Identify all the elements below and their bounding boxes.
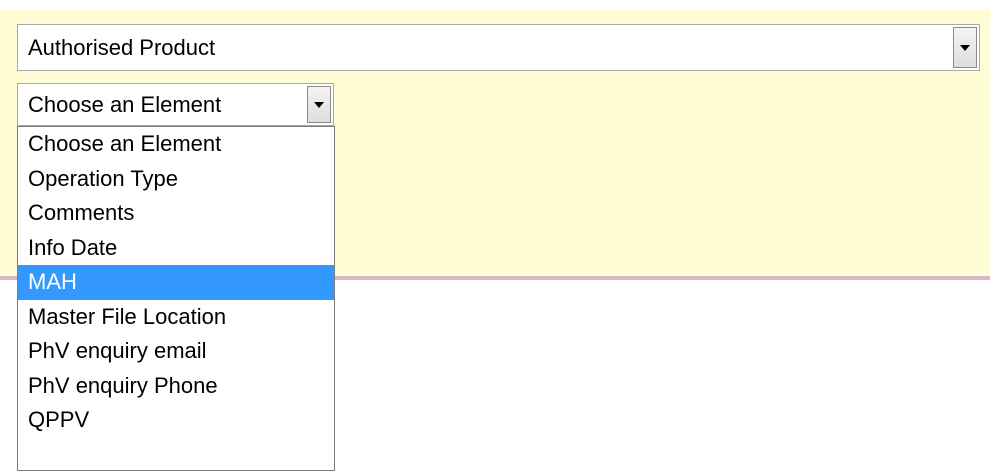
dropdown-option-highlighted[interactable]: MAH [18, 265, 334, 300]
chevron-down-icon [314, 101, 324, 108]
dropdown-option[interactable]: PhV enquiry email [18, 334, 334, 369]
element-select[interactable]: Choose an Element [17, 83, 334, 126]
dropdown-option[interactable]: Operation Type [18, 162, 334, 197]
dropdown-arrow-button[interactable] [953, 27, 977, 68]
dropdown-option[interactable]: Info Date [18, 231, 334, 266]
chevron-down-icon [960, 44, 970, 51]
dropdown-option[interactable]: Choose an Element [18, 127, 334, 162]
product-type-value: Authorised Product [28, 34, 216, 60]
dropdown-option[interactable]: Comments [18, 196, 334, 231]
element-select-value: Choose an Element [28, 91, 222, 117]
dropdown-option[interactable]: QPPV [18, 403, 334, 438]
dropdown-arrow-button[interactable] [307, 86, 331, 123]
dropdown-option[interactable]: Master File Location [18, 300, 334, 335]
dropdown-option[interactable]: PhV enquiry Phone [18, 369, 334, 404]
product-type-select[interactable]: Authorised Product [17, 24, 980, 71]
element-dropdown-list[interactable]: Choose an Element Operation Type Comment… [17, 126, 335, 471]
